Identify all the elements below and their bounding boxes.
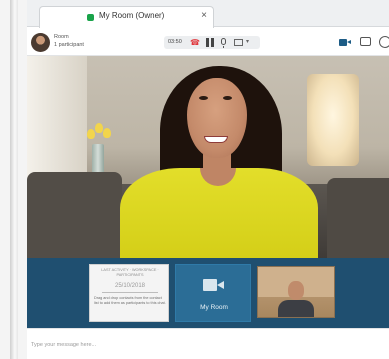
my-room-tile[interactable]: My Room: [175, 264, 251, 322]
video-sofa-left: [27, 172, 122, 258]
participant-strip: LAST ACTIVITY · WORKSPACE · PARTICIPANTS…: [27, 258, 389, 328]
screen-share-icon[interactable]: [234, 39, 243, 46]
video-sofa-right: [327, 178, 389, 258]
pause-icon[interactable]: [206, 38, 214, 47]
speaker-smile: [204, 136, 228, 143]
room-notes-card[interactable]: LAST ACTIVITY · WORKSPACE · PARTICIPANTS…: [89, 264, 169, 322]
notes-divider: [102, 292, 158, 293]
guest-body: [278, 300, 314, 317]
status-dot-icon: [87, 14, 94, 21]
close-tab-icon[interactable]: ×: [201, 10, 207, 21]
participant-video-tile[interactable]: [257, 266, 335, 318]
my-room-label: My Room: [200, 304, 228, 311]
tab-title: My Room (Owner): [99, 11, 165, 20]
tab-my-room[interactable]: My Room (Owner) ×: [39, 6, 214, 28]
call-toolbar: Room 1 participant 03:50 ☎ ▾: [27, 28, 389, 56]
chat-icon[interactable]: [360, 37, 371, 46]
call-controls: 03:50 ☎ ▾: [164, 36, 260, 49]
avatar[interactable]: [31, 33, 50, 52]
camera-icon: [203, 279, 217, 291]
participant-count: 1 participant: [54, 42, 84, 48]
app-window: My Room (Owner) × Room 1 participant 03:…: [27, 0, 389, 359]
bezel-edge: [10, 0, 18, 359]
message-composer: [27, 328, 389, 359]
device-bezel: [0, 0, 27, 359]
video-lamp: [307, 74, 359, 166]
speaker-eye-left: [199, 96, 208, 100]
video-icon[interactable]: [338, 36, 352, 49]
notes-date: 25/10/2018: [114, 283, 146, 289]
main-video[interactable]: [27, 56, 389, 258]
video-lens: [347, 40, 351, 44]
chevron-down-icon[interactable]: ▾: [246, 38, 249, 45]
tab-strip: My Room (Owner) ×: [27, 0, 389, 28]
guest-head: [288, 281, 304, 300]
video-flowers: [85, 121, 115, 143]
notes-body: Drag and drop contacts from the contact …: [94, 296, 166, 305]
speaker-eye-right: [223, 96, 232, 100]
info-icon[interactable]: [379, 36, 389, 48]
video-body: [339, 39, 347, 46]
speaker-face: [187, 78, 247, 158]
hangup-icon[interactable]: ☎: [190, 38, 200, 47]
notes-heading: LAST ACTIVITY · WORKSPACE · PARTICIPANTS: [101, 268, 159, 277]
call-timer: 03:50: [168, 39, 182, 45]
room-label: Room: [54, 34, 69, 40]
mic-icon[interactable]: [221, 38, 226, 48]
camera-lens-icon: [217, 281, 224, 289]
message-input[interactable]: [31, 337, 385, 353]
